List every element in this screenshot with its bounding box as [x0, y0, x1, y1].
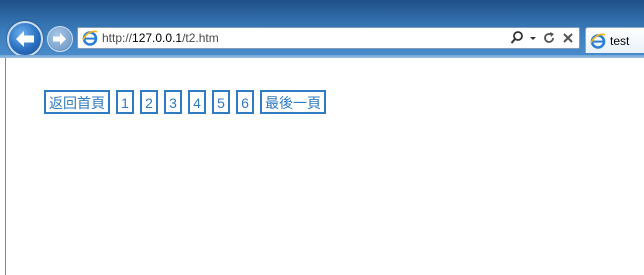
page-link-2[interactable]: 2	[140, 90, 158, 114]
back-button[interactable]	[7, 21, 43, 57]
refresh-icon[interactable]	[542, 30, 556, 46]
last-page-link[interactable]: 最後一頁	[260, 90, 326, 114]
page-content: 返回首頁 1 2 3 4 5 6 最後一頁	[5, 58, 644, 275]
page-link-3[interactable]: 3	[164, 90, 182, 114]
first-page-link[interactable]: 返回首頁	[44, 90, 110, 114]
tab-test[interactable]: test	[585, 27, 644, 53]
forward-arrow-icon	[53, 33, 66, 45]
page-link-6[interactable]: 6	[236, 90, 254, 114]
page-link-4[interactable]: 4	[188, 90, 206, 114]
chevron-down-icon[interactable]	[529, 30, 537, 46]
tab-label: test	[610, 34, 630, 48]
ie-page-icon	[82, 30, 98, 46]
page-link-1[interactable]: 1	[116, 90, 134, 114]
ie-page-icon	[590, 33, 606, 49]
back-arrow-icon	[16, 31, 34, 47]
url-text[interactable]: http://127.0.0.1/t2.htm	[102, 31, 219, 45]
address-bar[interactable]: http://127.0.0.1/t2.htm	[77, 27, 580, 49]
forward-button[interactable]	[47, 26, 73, 52]
browser-window: http://127.0.0.1/t2.htm test 返回首頁 1 2 3 …	[0, 0, 644, 275]
address-tools	[510, 30, 575, 46]
close-icon[interactable]	[561, 30, 575, 46]
search-icon[interactable]	[510, 30, 524, 46]
page-link-5[interactable]: 5	[212, 90, 230, 114]
browser-chrome: http://127.0.0.1/t2.htm test	[0, 0, 644, 58]
pagination: 返回首頁 1 2 3 4 5 6 最後一頁	[44, 90, 332, 114]
